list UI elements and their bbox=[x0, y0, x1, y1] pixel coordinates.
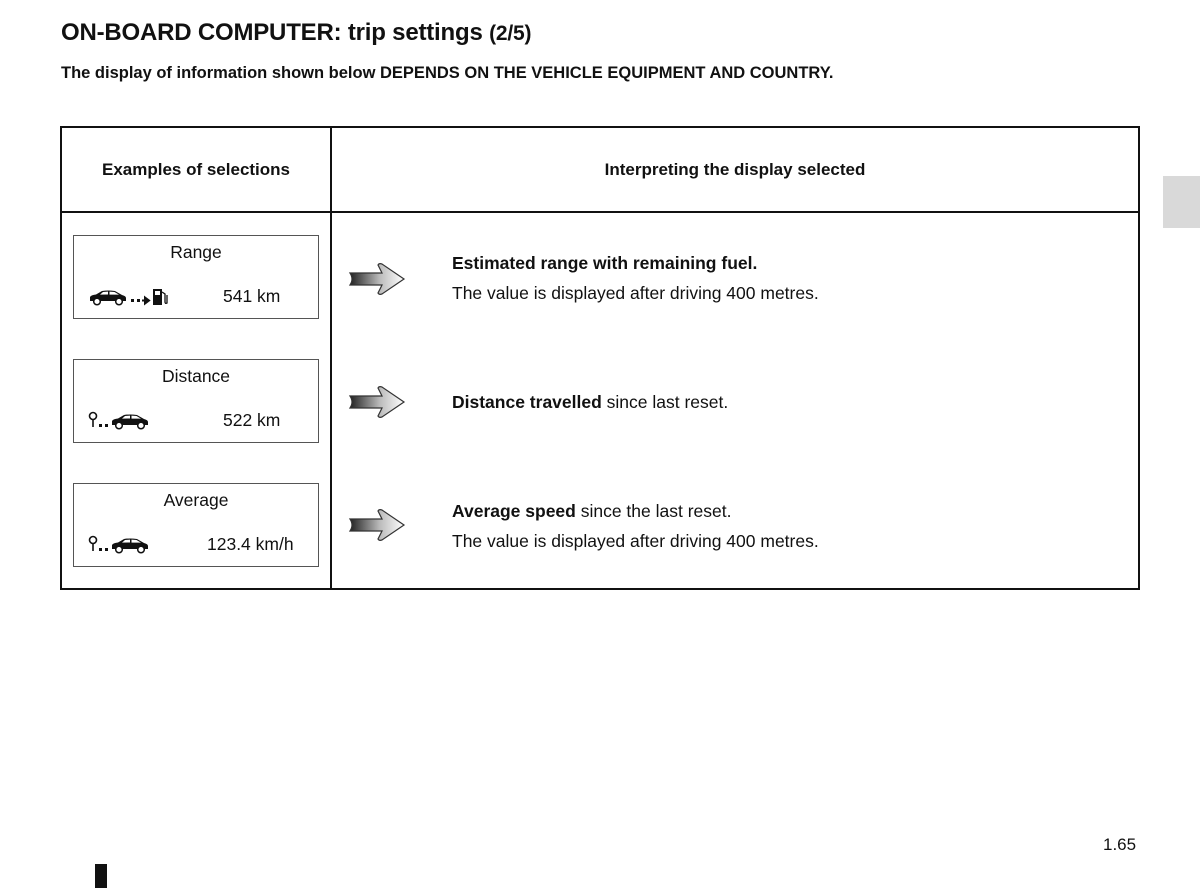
description-distance: Distance travelled since last reset. bbox=[452, 387, 728, 417]
description-range: Estimated range with remaining fuel. The… bbox=[452, 248, 819, 308]
column-header-interpretation: Interpreting the display selected bbox=[604, 159, 866, 179]
page-edge-mark bbox=[95, 864, 107, 888]
car-to-fuel-pump-icon bbox=[88, 286, 178, 313]
description-bold: Distance travelled bbox=[452, 392, 602, 412]
description-text: since the last reset. bbox=[575, 501, 732, 521]
trip-settings-table: Examples of selections Interpreting the … bbox=[60, 126, 1140, 590]
display-value: 541 km bbox=[223, 286, 281, 306]
description-text: since last reset. bbox=[601, 392, 729, 412]
arrow-icon bbox=[348, 262, 406, 296]
arrow-icon bbox=[348, 385, 406, 419]
description-note: The value is displayed after driving 400… bbox=[452, 531, 819, 551]
description-average: Average speed since the last reset. The … bbox=[452, 496, 819, 556]
display-label: Distance bbox=[161, 366, 231, 386]
display-example-average: Average 123.4 km/h bbox=[73, 483, 319, 567]
description-bold: Average speed bbox=[452, 501, 576, 521]
column-header-examples: Examples of selections bbox=[101, 159, 291, 179]
title-text: ON-BOARD COMPUTER: trip settings bbox=[61, 19, 483, 46]
display-label: Range bbox=[170, 242, 222, 262]
description-note: The value is displayed after driving 400… bbox=[452, 283, 819, 303]
section-tab-marker bbox=[1163, 176, 1200, 228]
page-title: ON-BOARD COMPUTER: trip settings (2/5) bbox=[61, 19, 531, 47]
page-number: 1.65 bbox=[1103, 835, 1137, 854]
subtitle-notice: The display of information shown below D… bbox=[61, 64, 834, 82]
display-example-distance: Distance 522 km bbox=[73, 359, 319, 443]
display-label: Average bbox=[163, 490, 229, 510]
display-value: 522 km bbox=[223, 410, 281, 430]
start-point-to-car-icon bbox=[88, 410, 158, 437]
arrow-icon bbox=[348, 508, 406, 542]
display-value: 123.4 km/h bbox=[207, 534, 294, 554]
header-divider bbox=[62, 211, 1138, 213]
display-example-range: Range 541 km bbox=[73, 235, 319, 319]
start-point-to-car-icon bbox=[88, 534, 158, 561]
page-count: (2/5) bbox=[489, 22, 532, 45]
description-bold: Estimated range with remaining fuel. bbox=[452, 253, 758, 273]
